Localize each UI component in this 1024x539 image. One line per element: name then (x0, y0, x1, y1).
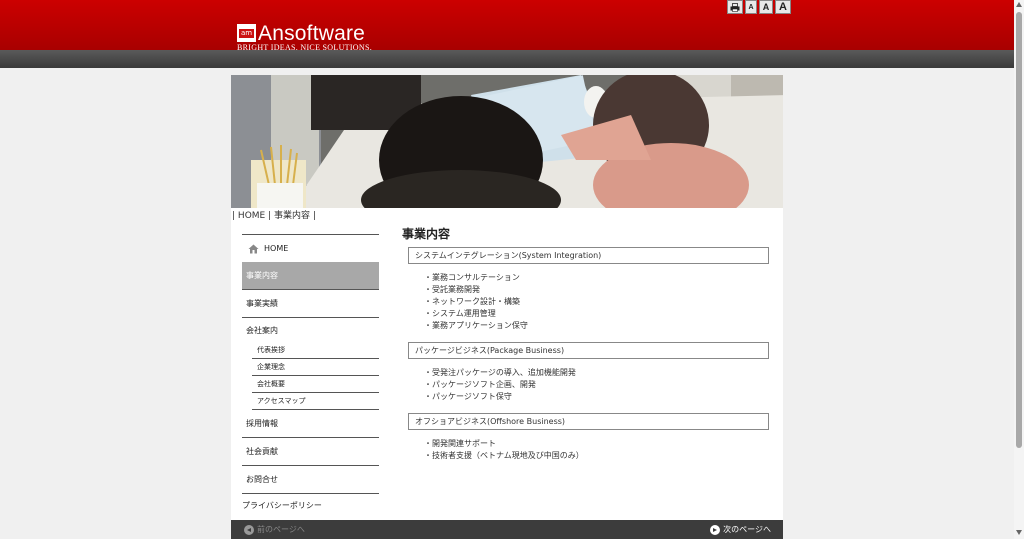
section-list-system-integration: ・業務コンサルテーション ・受託業務開発 ・ネットワーク設計・構築 ・システム運… (424, 272, 772, 332)
list-item: ・パッケージソフト保守 (424, 392, 512, 401)
hero-photo (231, 75, 783, 208)
sidebar-item-contact[interactable]: お問合せ (242, 466, 379, 494)
list-item: ・技術者支援（ベトナム現地及び中国のみ） (424, 451, 584, 460)
list-item: ・業務コンサルテーション (424, 273, 520, 282)
breadcrumb: | HOME | 事業内容 | (232, 208, 316, 221)
sidebar-subitem-access-map[interactable]: アクセスマップ (252, 393, 379, 410)
list-item: ・受発注パッケージの導入、追加機能開発 (424, 368, 576, 377)
home-icon (248, 244, 259, 253)
list-item: ・パッケージソフト企画、開発 (424, 380, 536, 389)
next-page-label: 次のページへ (723, 525, 771, 534)
scroll-up-icon[interactable] (1016, 2, 1022, 7)
section-list-package-business: ・受発注パッケージの導入、追加機能開発 ・パッケージソフト企画、開発 ・パッケー… (424, 367, 772, 403)
prev-page-label: 前のページへ (257, 525, 305, 534)
list-item: ・受託業務開発 (424, 285, 480, 294)
print-button[interactable] (727, 0, 743, 14)
font-size-small-button[interactable]: A (745, 0, 757, 14)
sidebar-item-home[interactable]: HOME (242, 235, 379, 262)
next-page-link[interactable]: 次のページへ (710, 524, 771, 535)
page-scrollbar[interactable] (1014, 0, 1024, 539)
page-footer-nav: 前のページへ 次のページへ (231, 520, 783, 539)
logo-mark-icon: am (237, 24, 256, 42)
sidebar-item-label: HOME (264, 244, 289, 253)
arrow-left-icon (244, 524, 254, 535)
sidebar-item-achievements[interactable]: 事業実績 (242, 290, 379, 318)
list-item: ・システム運用管理 (424, 309, 496, 318)
sidebar-item-company[interactable]: 会社案内 (242, 318, 379, 342)
sidebar-nav: HOME 事業内容 事業実績 会社案内 代表挨拶 企業理念 会社概要 アクセスマ… (242, 234, 379, 516)
scrollbar-thumb[interactable] (1016, 12, 1022, 448)
scroll-down-icon[interactable] (1016, 530, 1022, 535)
list-item: ・開発関連サポート (424, 439, 496, 448)
breadcrumb-home-link[interactable]: HOME (238, 211, 265, 221)
breadcrumb-separator: | (232, 211, 236, 221)
sidebar-item-business[interactable]: 事業内容 (242, 262, 379, 290)
site-header: am Ansoftware BRIGHT IDEAS. NICE SOLUTIO… (0, 0, 1014, 52)
list-item: ・業務アプリケーション保守 (424, 321, 528, 330)
breadcrumb-current: 事業内容 (274, 211, 311, 221)
header-band (0, 50, 1014, 68)
breadcrumb-separator: | (268, 211, 272, 221)
sidebar-subitem-greeting[interactable]: 代表挨拶 (252, 342, 379, 359)
font-size-medium-button[interactable]: A (759, 0, 773, 14)
accessibility-tools: A A A (727, 0, 791, 14)
page-title: 事業内容 (402, 227, 451, 241)
sidebar-subitem-overview[interactable]: 会社概要 (252, 376, 379, 393)
main-content: 事業内容 システムインテグレーション(System Integration) ・… (402, 227, 772, 472)
list-item: ・ネットワーク設計・構築 (424, 297, 520, 306)
page-content: | HOME | 事業内容 | HOME 事業内容 事業実績 会社案内 代表挨拶… (231, 75, 783, 539)
sidebar-item-privacy[interactable]: プライバシーポリシー (242, 494, 379, 516)
breadcrumb-separator: | (312, 211, 316, 221)
printer-icon (730, 2, 740, 12)
sidebar-item-recruit[interactable]: 採用情報 (242, 410, 379, 438)
section-heading-system-integration: システムインテグレーション(System Integration) (408, 247, 769, 264)
sidebar-item-social[interactable]: 社会貢献 (242, 438, 379, 466)
sidebar-subitem-philosophy[interactable]: 企業理念 (252, 359, 379, 376)
section-heading-offshore-business: オフショアビジネス(Offshore Business) (408, 413, 769, 430)
section-list-offshore-business: ・開発関連サポート ・技術者支援（ベトナム現地及び中国のみ） (424, 438, 772, 462)
section-heading-package-business: パッケージビジネス(Package Business) (408, 342, 769, 359)
arrow-right-icon (710, 524, 721, 535)
font-size-large-button[interactable]: A (775, 0, 791, 14)
prev-page-link[interactable]: 前のページへ (244, 524, 305, 535)
